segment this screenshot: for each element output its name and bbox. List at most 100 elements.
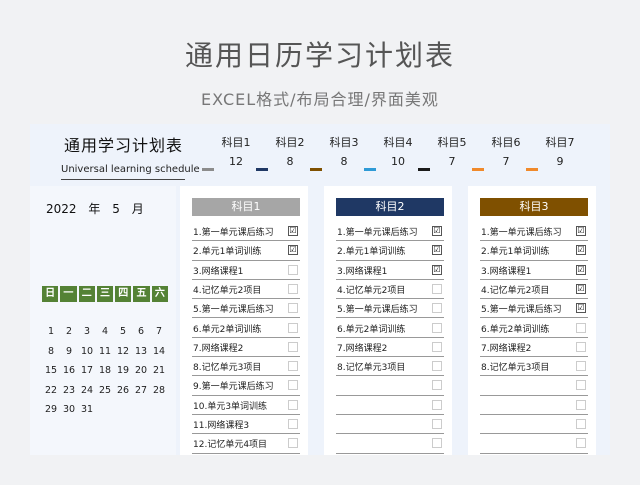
subject-name: 科目7 xyxy=(545,136,575,149)
calendar-day[interactable]: 13 xyxy=(132,342,150,362)
task-checkbox[interactable]: ☑ xyxy=(576,264,586,275)
calendar-day[interactable]: 2 xyxy=(60,322,78,342)
calendar-day[interactable]: 18 xyxy=(96,361,114,381)
task-checkbox[interactable] xyxy=(432,303,442,314)
weekday-header: 五 xyxy=(133,286,150,302)
calendar-day[interactable]: 25 xyxy=(96,381,114,401)
task-checkbox[interactable] xyxy=(288,322,298,333)
task-checkbox[interactable] xyxy=(288,341,298,352)
task-checkbox[interactable] xyxy=(576,341,586,352)
task-checkbox[interactable] xyxy=(576,399,586,410)
task-row xyxy=(336,376,444,396)
task-checkbox[interactable]: ☑ xyxy=(288,226,298,236)
task-checkbox[interactable]: ☑ xyxy=(432,245,442,256)
divider xyxy=(61,179,185,180)
calendar-day[interactable]: 4 xyxy=(96,322,114,342)
calendar-year-label: 年 xyxy=(88,202,101,216)
page-title: 通用日历学习计划表 xyxy=(184,39,455,72)
calendar-day[interactable]: 26 xyxy=(114,381,132,401)
calendar-day[interactable]: 16 xyxy=(60,361,78,381)
calendar-day[interactable]: 22 xyxy=(42,381,60,401)
task-label: 3.网络课程1 xyxy=(481,266,532,277)
calendar-day[interactable]: 24 xyxy=(78,381,96,401)
sheet-subtitle: Universal learning schedule xyxy=(61,164,200,175)
calendar-day[interactable]: 30 xyxy=(60,400,78,420)
task-checkbox[interactable] xyxy=(288,283,298,294)
calendar-day[interactable]: 11 xyxy=(96,342,114,362)
task-checkbox[interactable] xyxy=(576,380,586,391)
task-row: 6.单元2单词训练 xyxy=(192,319,300,338)
task-label: 8.记忆单元3项目 xyxy=(337,363,406,374)
calendar-day[interactable]: 20 xyxy=(132,361,150,381)
task-checkbox[interactable] xyxy=(288,264,298,275)
task-checkbox[interactable] xyxy=(432,380,442,391)
column-header: 科目1 xyxy=(192,198,300,216)
task-row: 4.记忆单元2项目 xyxy=(192,280,300,300)
calendar-day[interactable]: 15 xyxy=(42,361,60,381)
task-checkbox[interactable] xyxy=(576,438,586,449)
task-checkbox[interactable] xyxy=(288,303,298,314)
task-checkbox[interactable] xyxy=(576,322,586,333)
calendar-day[interactable]: 29 xyxy=(42,400,60,420)
task-label: 5.第一单元课后练习 xyxy=(481,305,562,316)
task-row xyxy=(480,415,588,435)
column-gutter xyxy=(596,186,610,455)
task-label: 11.网络课程3 xyxy=(193,421,250,431)
task-checkbox[interactable]: ☑ xyxy=(576,303,586,314)
task-row xyxy=(336,415,444,435)
calendar-day[interactable]: 19 xyxy=(114,361,132,381)
calendar-day[interactable]: 21 xyxy=(150,361,168,381)
subject-column-1: 科目1 1.第一单元课后练习 ☑ 2.单元1单词训练 ☑ 3.网络课程1 4.记忆单元2项目… xyxy=(180,190,308,455)
calendar-day[interactable]: 14 xyxy=(150,342,168,362)
task-checkbox[interactable] xyxy=(288,419,298,429)
weekday-header: 日 xyxy=(42,286,59,302)
task-checkbox[interactable] xyxy=(432,283,442,294)
calendar-weekdays: 日一二三四五六 xyxy=(42,286,168,302)
task-label: 10.单元3单词训练 xyxy=(193,401,268,412)
task-checkbox[interactable]: ☑ xyxy=(432,226,442,236)
calendar-day[interactable]: 7 xyxy=(150,322,168,342)
task-checkbox[interactable] xyxy=(432,419,442,429)
calendar-day[interactable]: 1 xyxy=(42,322,60,342)
task-checkbox[interactable] xyxy=(432,438,442,449)
schedule-sheet: 通用学习计划表 Universal learning schedule 科目1 1… xyxy=(30,124,610,455)
calendar-day[interactable]: 31 xyxy=(78,400,96,420)
calendar-day[interactable]: 6 xyxy=(132,322,150,342)
task-checkbox[interactable]: ☑ xyxy=(288,245,298,256)
calendar-year: 2022 xyxy=(46,202,77,216)
task-checkbox[interactable]: ☑ xyxy=(576,245,586,256)
calendar-day[interactable]: 28 xyxy=(150,381,168,401)
subject-name: 科目6 xyxy=(491,136,521,149)
calendar-day[interactable]: 17 xyxy=(78,361,96,381)
subject-color-bar xyxy=(202,168,214,171)
task-checkbox[interactable] xyxy=(432,341,442,352)
task-checkbox[interactable] xyxy=(576,361,586,372)
task-row: 11.网络课程3 xyxy=(192,415,300,435)
task-checkbox[interactable] xyxy=(288,380,298,391)
subject-count: 8 xyxy=(340,155,348,168)
task-row: 4.记忆单元2项目 xyxy=(336,280,444,300)
task-checkbox[interactable] xyxy=(288,361,298,372)
task-checkbox[interactable] xyxy=(432,361,442,372)
task-label: 4.记忆单元2项目 xyxy=(337,285,406,296)
task-checkbox[interactable] xyxy=(288,438,298,449)
task-checkbox[interactable]: ☑ xyxy=(432,264,442,275)
task-checkbox[interactable] xyxy=(432,399,442,410)
calendar-day[interactable]: 10 xyxy=(78,342,96,362)
calendar-day[interactable]: 9 xyxy=(60,342,78,362)
task-row: 1.第一单元课后练习 ☑ xyxy=(480,222,588,242)
task-checkbox[interactable] xyxy=(576,419,586,429)
calendar-day[interactable]: 3 xyxy=(78,322,96,342)
calendar-day[interactable]: 27 xyxy=(132,381,150,401)
subject-count: 7 xyxy=(448,155,456,168)
task-label: 4.记忆单元2项目 xyxy=(193,285,262,296)
calendar-day[interactable]: 23 xyxy=(60,381,78,401)
task-checkbox[interactable] xyxy=(432,322,442,333)
task-checkbox[interactable] xyxy=(288,399,298,410)
calendar-day[interactable]: 12 xyxy=(114,342,132,362)
calendar-day[interactable]: 8 xyxy=(42,342,60,362)
task-checkbox[interactable]: ☑ xyxy=(576,226,586,236)
task-checkbox[interactable]: ☑ xyxy=(576,283,586,294)
task-label: 4.记忆单元2项目 xyxy=(481,285,550,296)
calendar-day[interactable]: 5 xyxy=(114,322,132,342)
